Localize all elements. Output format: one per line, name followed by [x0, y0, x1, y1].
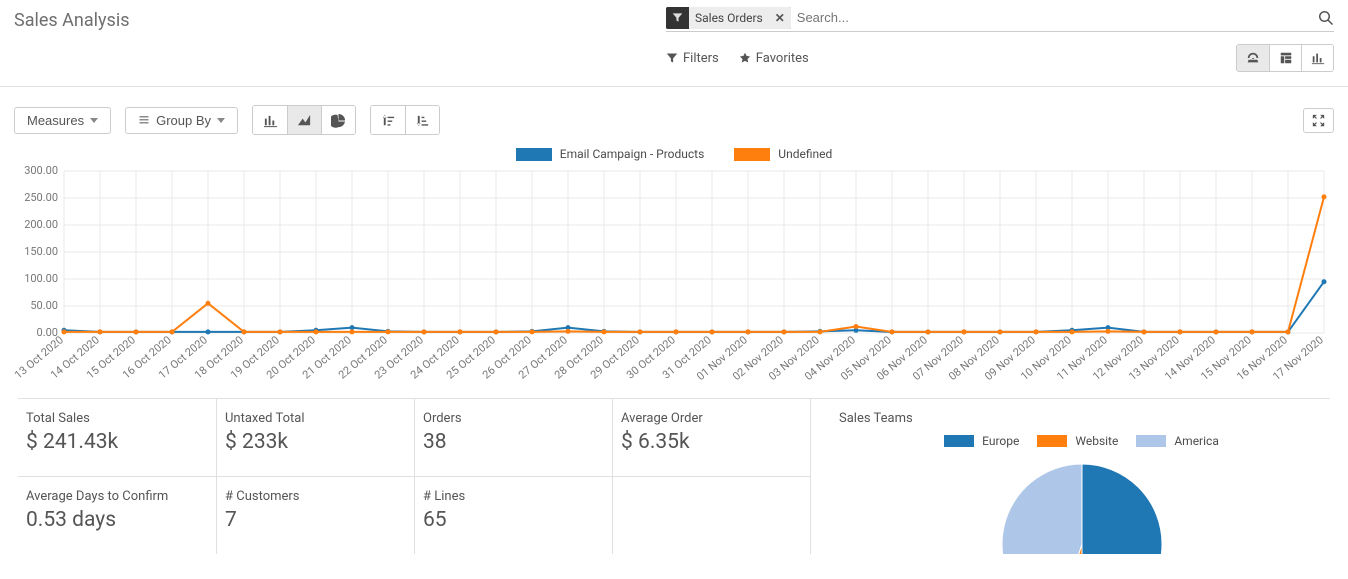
pie-legend: Europe Website America	[839, 434, 1324, 448]
stat-total-sales[interactable]: Total Sales$ 241.43k	[18, 398, 216, 476]
pivot-icon	[1279, 51, 1293, 65]
search-row: Sales Orders ✕	[666, 6, 1334, 32]
view-dashboard-button[interactable]	[1237, 45, 1269, 71]
pie-legend-item[interactable]: America	[1136, 434, 1219, 448]
stat-untaxed-total[interactable]: Untaxed Total$ 233k	[216, 398, 414, 476]
filter-chip-label: Sales Orders	[689, 7, 769, 29]
stat-orders[interactable]: Orders38	[414, 398, 612, 476]
svg-text:250.00: 250.00	[24, 191, 58, 204]
sort-asc-button[interactable]	[371, 106, 405, 134]
sales-teams-title: Sales Teams	[839, 411, 1324, 426]
legend-item[interactable]: Email Campaign - Products	[516, 147, 705, 161]
filter-chip: Sales Orders ✕	[666, 7, 791, 29]
chevron-down-icon	[90, 118, 98, 123]
chart-bar-button[interactable]	[253, 106, 287, 134]
expand-icon	[1312, 114, 1325, 127]
sort-desc-icon	[415, 113, 430, 128]
line-chart-icon	[297, 113, 312, 128]
list-icon	[138, 114, 150, 126]
stat-lines[interactable]: # Lines65	[414, 476, 612, 554]
svg-text:50.00: 50.00	[30, 299, 58, 312]
dashboard-icon	[1246, 51, 1260, 65]
groupby-button[interactable]: Group By	[125, 107, 238, 134]
svg-text:200.00: 200.00	[24, 218, 58, 231]
stat-customers[interactable]: # Customers7	[216, 476, 414, 554]
bar-chart-icon	[263, 113, 278, 128]
svg-text:150.00: 150.00	[24, 245, 58, 258]
measures-button[interactable]: Measures	[14, 107, 111, 134]
topbar: Sales Analysis Sales Orders ✕ Filters Fa…	[0, 0, 1348, 87]
search-area: Sales Orders ✕ Filters Favorites	[666, 6, 1334, 86]
chart-pie-button[interactable]	[321, 106, 355, 134]
favorites-label: Favorites	[756, 51, 809, 66]
pie-legend-item[interactable]: Website	[1037, 434, 1118, 448]
stat-avg-days[interactable]: Average Days to Confirm0.53 days	[18, 476, 216, 554]
filters-label: Filters	[683, 51, 719, 66]
pie-legend-item[interactable]: Europe	[944, 434, 1019, 448]
filter-chip-close[interactable]: ✕	[769, 7, 791, 29]
search-input[interactable]	[791, 6, 1318, 29]
line-chart[interactable]: 0.0050.00100.00150.00200.00250.00300.001…	[14, 163, 1334, 388]
view-graph-button[interactable]	[1301, 45, 1333, 71]
sort-desc-button[interactable]	[405, 106, 439, 134]
filter-row: Filters Favorites	[666, 32, 1334, 86]
sort-group	[370, 105, 440, 135]
chevron-down-icon	[217, 118, 225, 123]
view-pivot-button[interactable]	[1269, 45, 1301, 71]
stat-empty	[612, 476, 810, 554]
graph-icon	[1311, 51, 1325, 65]
filter-icon	[666, 52, 678, 64]
chart-toolbar: Measures Group By	[0, 87, 1348, 143]
expand-button[interactable]	[1303, 108, 1334, 133]
sales-teams-panel: Sales Teams Europe Website America	[810, 398, 1330, 554]
view-switch	[1236, 44, 1334, 72]
chart-type-group	[252, 105, 356, 135]
search-icon[interactable]	[1318, 10, 1334, 26]
chart-container: Email Campaign - ProductsUndefined 0.005…	[0, 147, 1348, 388]
stat-avg-order[interactable]: Average Order$ 6.35k	[612, 398, 810, 476]
chart-legend: Email Campaign - Products Undefined	[14, 147, 1334, 161]
legend-item[interactable]: Undefined	[734, 147, 832, 161]
svg-text:100.00: 100.00	[24, 272, 58, 285]
svg-text:300.00: 300.00	[24, 164, 58, 177]
sort-asc-icon	[381, 113, 396, 128]
pie-chart-icon	[331, 113, 346, 128]
favorites-button[interactable]: Favorites	[739, 51, 809, 66]
pie-chart[interactable]	[992, 454, 1172, 554]
page-title: Sales Analysis	[14, 6, 129, 31]
star-icon	[739, 52, 751, 64]
filter-icon	[666, 7, 689, 29]
stats-grid: Total Sales$ 241.43k Untaxed Total$ 233k…	[0, 388, 1348, 554]
chart-line-button[interactable]	[287, 106, 321, 134]
filters-button[interactable]: Filters	[666, 51, 719, 66]
